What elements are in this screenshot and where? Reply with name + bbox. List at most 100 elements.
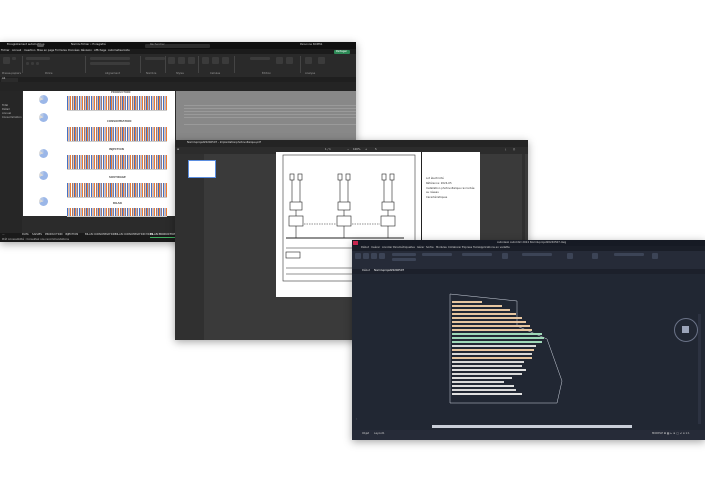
charts-panel: PRODUCTION CONSOMMATION INJECTION SOUTIR… xyxy=(23,91,175,217)
cad-menu-modules[interactable]: Modules xyxy=(436,247,447,250)
menu-mise-en-page[interactable]: Mise en page xyxy=(37,50,54,53)
move-button[interactable] xyxy=(392,253,416,256)
layout-tab-model[interactable]: Objet xyxy=(362,432,369,436)
bar-chart xyxy=(67,208,167,217)
delete-cells-icon[interactable] xyxy=(212,57,219,64)
label-column: Total Détail Annuel Consommation xyxy=(0,91,22,233)
insert-block-icon[interactable] xyxy=(502,253,508,259)
menu-revision[interactable]: Révision xyxy=(81,50,92,53)
sheet-tab-production[interactable]: PRODUCTION xyxy=(45,233,62,237)
properties-select[interactable] xyxy=(522,253,552,256)
autosave-toggle[interactable] xyxy=(37,44,44,47)
cad-menu-sortie[interactable]: Sortie xyxy=(426,247,434,250)
wrap-text-button[interactable] xyxy=(90,57,130,60)
cad-menu-vue[interactable]: Vue xyxy=(410,247,415,250)
user-name[interactable]: Personne NOMSS xyxy=(300,43,322,47)
name-box-value: A1 xyxy=(2,77,6,81)
bar-chart xyxy=(67,183,167,198)
menu-affichage[interactable]: Affichage xyxy=(94,50,106,53)
autocad-logo-icon[interactable] xyxy=(353,241,358,245)
circle-tool-icon[interactable] xyxy=(371,253,377,259)
format-cells-icon[interactable] xyxy=(222,57,229,64)
arc-tool-icon[interactable] xyxy=(379,253,385,259)
conditional-format-icon[interactable] xyxy=(168,57,175,64)
italic-icon[interactable] xyxy=(31,62,34,65)
find-select-icon[interactable] xyxy=(286,57,293,64)
name-box[interactable]: A1 xyxy=(1,77,18,82)
excel-ribbon: Presse-papiers Police Alignement Nombre … xyxy=(0,54,356,78)
sheet-tab-saisies[interactable]: SAISIES xyxy=(32,233,42,237)
tab-drawing[interactable]: Nomduprojet20240507 xyxy=(374,270,404,273)
group-icon[interactable] xyxy=(567,253,573,259)
cad-menu-inserer[interactable]: Insérer xyxy=(371,247,380,250)
paste-icon[interactable] xyxy=(3,57,10,64)
bold-icon[interactable] xyxy=(26,62,29,65)
addins-icon[interactable] xyxy=(318,57,325,64)
number-format-select[interactable] xyxy=(145,57,165,60)
measure-icon[interactable] xyxy=(592,253,598,259)
cell-styles-icon[interactable] xyxy=(188,57,195,64)
cad-menu-express[interactable]: Express Tools xyxy=(462,247,479,250)
download-icon[interactable]: ⤓ xyxy=(505,148,506,152)
zoom-out-icon[interactable]: − xyxy=(347,148,349,152)
chart-title: INJECTION xyxy=(109,148,124,151)
page-thumbnail[interactable] xyxy=(188,160,216,178)
underline-icon[interactable] xyxy=(36,62,39,65)
autosum-button[interactable] xyxy=(250,57,270,60)
layout-tab-layout1[interactable]: Layout1 xyxy=(374,432,384,436)
cad-menu-collaborer[interactable]: Collaborer xyxy=(448,247,461,250)
polyline-tool-icon[interactable] xyxy=(363,253,369,259)
cad-menu-debut[interactable]: Début xyxy=(361,247,369,250)
view-select[interactable] xyxy=(614,253,644,256)
command-line[interactable] xyxy=(432,425,632,428)
merge-center-button[interactable] xyxy=(90,62,130,65)
menu-formules[interactable]: Formules xyxy=(55,50,67,53)
menu-fichier[interactable]: Fichier xyxy=(1,50,9,53)
sheet-tab-injection[interactable]: INJECTION xyxy=(65,233,78,237)
insert-cells-icon[interactable] xyxy=(202,57,209,64)
cad-window[interactable]: Autodesk AutoCAD 2024 Nomduprojet2024050… xyxy=(352,240,705,440)
line-tool-icon[interactable] xyxy=(355,253,361,259)
layer-select[interactable] xyxy=(462,253,492,256)
sheet-tab-data[interactable]: DATA xyxy=(22,233,29,237)
text-button[interactable] xyxy=(422,253,452,256)
cad-menu-annoter[interactable]: Annoter xyxy=(382,247,392,250)
page-counter[interactable]: 1 / 1 xyxy=(325,148,331,152)
navigation-cube-icon[interactable] xyxy=(674,318,698,342)
status-tools[interactable]: MODELE ⊞ ▦ ⊾ ⊕ ◯ ∠ ⧈ 1:1 xyxy=(652,432,690,436)
analyze-data-icon[interactable] xyxy=(305,57,312,64)
sort-filter-icon[interactable] xyxy=(276,57,283,64)
cut-icon[interactable] xyxy=(12,57,16,60)
cad-vertical-scrollbar[interactable] xyxy=(698,314,701,424)
search-box[interactable]: Rechercher xyxy=(145,43,210,48)
zoom-in-icon[interactable]: + xyxy=(365,148,367,152)
menu-aide[interactable]: Aide xyxy=(124,50,130,53)
format-table-icon[interactable] xyxy=(178,57,185,64)
cad-drawing-canvas[interactable]: ⌞ xyxy=(352,274,705,430)
ucs-icon: ⌞ xyxy=(356,417,358,420)
menu-icon[interactable]: ☰ xyxy=(177,148,179,152)
thumbnail-panel[interactable] xyxy=(175,154,216,340)
view-cube[interactable] xyxy=(682,326,689,333)
sheet-tab-bilan-conso-mois[interactable]: BILAN CONSOMMATION MOIS xyxy=(115,233,153,237)
zoom-level[interactable]: 100% xyxy=(353,148,360,152)
menu-donnees[interactable]: Données xyxy=(68,50,79,53)
rotate-icon[interactable]: ↻ xyxy=(375,148,377,152)
print-icon[interactable]: ⎙ xyxy=(513,148,515,152)
cad-menu-gerer[interactable]: Gérer xyxy=(417,247,424,250)
panel-row xyxy=(452,317,522,320)
menu-insertion[interactable]: Insertion xyxy=(24,50,35,53)
sheet-tab-bilan-production[interactable]: BILAN PRODUCTION xyxy=(150,233,177,238)
sheet-tab-bilan-consommation[interactable]: BILAN CONSOMMATION xyxy=(85,233,115,237)
cad-menu-applications[interactable]: Applications en vedette xyxy=(479,247,510,250)
sheet-tab-more[interactable]: ... xyxy=(2,233,4,237)
menu-automatiser[interactable]: Automatiser xyxy=(108,50,124,53)
menu-accueil[interactable]: Accueil xyxy=(12,50,21,53)
panel-row xyxy=(452,305,502,308)
copy-button[interactable] xyxy=(392,258,416,261)
cad-menu-parametrique[interactable]: Paramétrique xyxy=(393,247,411,250)
chart-title: PRODUCTION xyxy=(111,91,131,94)
base-icon[interactable] xyxy=(652,253,658,259)
font-select[interactable] xyxy=(26,57,50,60)
tab-start[interactable]: Début xyxy=(362,270,370,273)
